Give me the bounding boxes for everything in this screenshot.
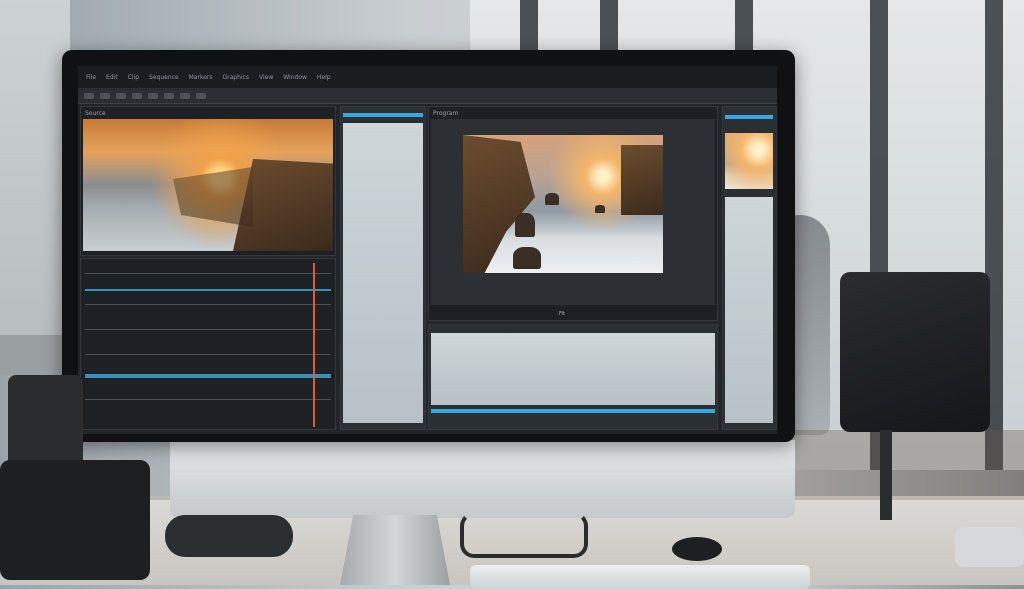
project-header-strip [343, 113, 423, 117]
pen-tool-icon[interactable] [164, 92, 174, 99]
source-tab[interactable]: Source [85, 110, 106, 117]
text-tool-icon[interactable] [196, 92, 206, 99]
sea-rock [545, 193, 559, 205]
menu-view[interactable]: View [259, 74, 273, 81]
cabinet [0, 335, 70, 375]
project-panel [340, 106, 426, 430]
source-monitor-panel: Source [80, 106, 336, 256]
right-cliff [621, 145, 663, 215]
camera-grip [0, 460, 150, 580]
cliff [173, 167, 253, 227]
menu-file[interactable]: File [86, 74, 96, 81]
project-bin [343, 123, 423, 423]
track-select-tool-icon[interactable] [100, 92, 110, 99]
floor-shadow [780, 430, 1024, 500]
program-monitor-panel: Program Fit [428, 106, 718, 321]
monitor-chin [170, 440, 795, 518]
camera-body [8, 375, 83, 470]
keyboard[interactable] [470, 565, 810, 589]
menu-help[interactable]: Help [317, 74, 331, 81]
track-line [85, 304, 331, 305]
monitor-stand [340, 515, 450, 585]
sequence-panel [428, 324, 718, 430]
camera [0, 375, 170, 585]
sea-rock [515, 213, 535, 237]
track-line [85, 354, 331, 355]
sequence-area [431, 333, 715, 405]
source-preview-image [83, 119, 333, 251]
track-line [85, 329, 331, 330]
phone [955, 527, 1024, 567]
left-wall [0, 0, 70, 360]
selection-tool-icon[interactable] [84, 92, 94, 99]
thumbnail-image[interactable] [725, 133, 773, 189]
sea-rock [595, 205, 605, 213]
menu-sequence[interactable]: Sequence [149, 74, 179, 81]
menu-markers[interactable]: Markers [189, 74, 213, 81]
program-preview-image [463, 135, 663, 273]
effects-panel [722, 106, 777, 430]
sea-rock [513, 247, 541, 269]
speaker-stand [880, 430, 892, 520]
cable-clip [460, 512, 588, 558]
menu-clip[interactable]: Clip [128, 74, 139, 81]
sequence-clip-bar[interactable] [431, 409, 715, 413]
track-line [85, 273, 331, 274]
studio-speaker [840, 272, 990, 432]
mouse[interactable] [672, 537, 722, 561]
ripple-tool-icon[interactable] [116, 92, 126, 99]
playhead[interactable] [313, 263, 315, 427]
menu-bar: File Edit Clip Sequence Markers Graphics… [78, 66, 777, 88]
camera-lens [165, 515, 293, 557]
toolbar [78, 88, 777, 104]
menu-window[interactable]: Window [283, 74, 307, 81]
menu-edit[interactable]: Edit [106, 74, 118, 81]
razor-tool-icon[interactable] [132, 92, 142, 99]
slip-tool-icon[interactable] [148, 92, 158, 99]
editor-screen: File Edit Clip Sequence Markers Graphics… [78, 66, 777, 434]
program-tab[interactable]: Program [433, 110, 458, 117]
program-zoom-label[interactable]: Fit [559, 311, 565, 317]
hand-tool-icon[interactable] [180, 92, 190, 99]
audio-waveform [85, 289, 331, 291]
program-canvas [431, 119, 715, 305]
effects-list [725, 197, 773, 423]
menu-graphics[interactable]: Graphics [223, 74, 250, 81]
effects-header-strip [725, 115, 773, 119]
